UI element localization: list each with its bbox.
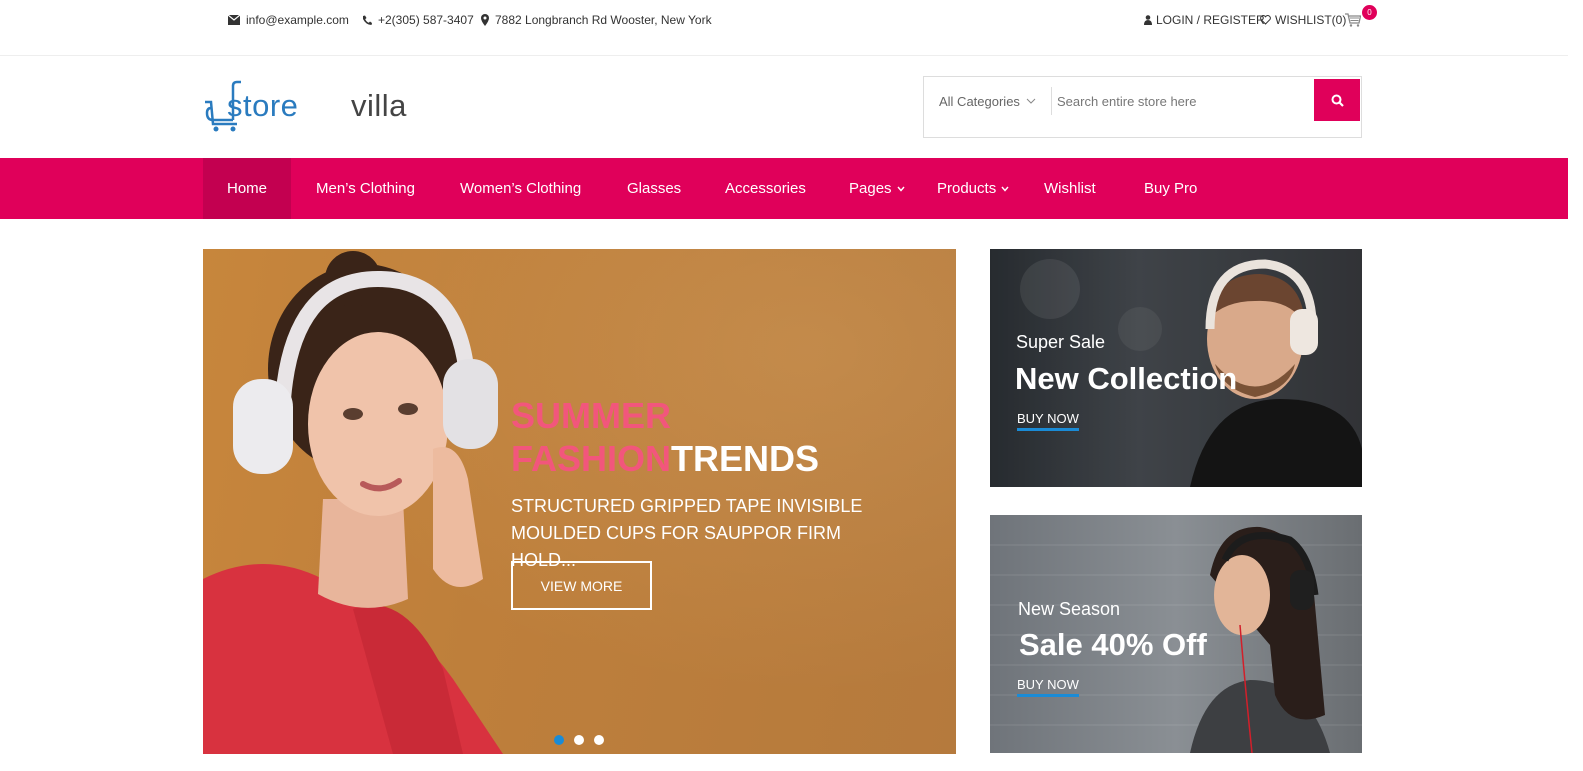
logo-text-villa: villa <box>351 88 407 123</box>
promo-banner-new-collection[interactable]: Super Sale New Collection BUY NOW <box>990 249 1362 487</box>
map-marker-icon <box>481 14 489 26</box>
slider-dot-2[interactable] <box>574 735 584 745</box>
nav-item-home[interactable]: Home <box>203 158 291 219</box>
contact-email[interactable]: info@example.com <box>228 12 349 28</box>
nav-item-wishlist[interactable]: Wishlist <box>1044 158 1096 219</box>
store-logo[interactable]: store villa <box>203 78 443 134</box>
contact-phone[interactable]: +2(305) 587-3407 <box>362 12 474 28</box>
nav-label: Pages <box>849 180 892 197</box>
chevron-down-icon <box>897 186 905 192</box>
hero-title-trends: TRENDS <box>671 438 820 479</box>
search-icon <box>1331 94 1344 107</box>
phone-icon <box>363 15 372 25</box>
search-input[interactable] <box>1057 85 1309 117</box>
slider-dot-3[interactable] <box>594 735 604 745</box>
hero-slider[interactable]: SUMMER FASHIONTRENDS STRUCTURED GRIPPED … <box>203 249 956 754</box>
category-select[interactable]: All Categories <box>939 88 1036 114</box>
contact-address: 7882 Longbranch Rd Wooster, New York <box>481 12 712 28</box>
login-register-link[interactable]: LOGIN / REGISTER <box>1144 12 1265 28</box>
banner-kicker: New Season <box>1018 599 1121 619</box>
nav-item-products[interactable]: Products <box>937 158 1009 219</box>
nav-item-mens-clothing[interactable]: Men’s Clothing <box>316 158 415 219</box>
promo-banner-sale-40-off[interactable]: New Season Sale 40% Off BUY NOW <box>990 515 1362 753</box>
nav-label: Buy Pro <box>1144 180 1198 197</box>
banner-kicker: Super Sale <box>1016 332 1106 352</box>
buy-now-link[interactable]: BUY NOW <box>1017 411 1079 431</box>
banner-headline: Sale 40% Off <box>1019 627 1207 662</box>
hero-model-image <box>203 251 503 754</box>
buy-now-link[interactable]: BUY NOW <box>1017 677 1079 697</box>
nav-label: Products <box>937 180 997 197</box>
nav-item-glasses[interactable]: Glasses <box>627 158 681 219</box>
hero-title-fashion: FASHION <box>511 438 672 479</box>
banner-headline: New Collection <box>1015 361 1238 396</box>
address-text: 7882 Longbranch Rd Wooster, New York <box>495 13 712 27</box>
nav-item-pages[interactable]: Pages <box>849 158 905 219</box>
nav-label: Home <box>226 180 267 197</box>
heart-icon <box>1260 15 1271 25</box>
hero-title-summer: SUMMER <box>511 395 671 436</box>
email-text: info@example.com <box>246 13 349 27</box>
chevron-down-icon <box>1026 98 1036 104</box>
nav-item-accessories[interactable]: Accessories <box>725 158 806 219</box>
hero-title: SUMMER FASHIONTRENDS <box>511 394 819 480</box>
main-navigation: Home Men’s Clothing Women’s Clothing Gla… <box>0 158 1568 219</box>
user-icon <box>1144 15 1152 25</box>
nav-label: Men’s Clothing <box>316 180 415 197</box>
wishlist-label: WISHLIST(0) <box>1275 13 1347 27</box>
chevron-down-icon <box>1001 186 1009 192</box>
nav-item-womens-clothing[interactable]: Women’s Clothing <box>460 158 581 219</box>
cart-count-badge: 0 <box>1362 5 1377 20</box>
top-bar: info@example.com +2(305) 587-3407 7882 L… <box>0 0 1568 56</box>
wishlist-link[interactable]: WISHLIST(0) <box>1260 12 1346 28</box>
envelope-icon <box>228 15 240 25</box>
nav-label: Glasses <box>627 180 682 197</box>
search-bar: All Categories <box>923 76 1362 138</box>
cart-icon <box>1345 13 1361 27</box>
login-label: LOGIN / REGISTER <box>1156 13 1265 27</box>
nav-item-buy-pro[interactable]: Buy Pro <box>1144 158 1197 219</box>
view-more-button[interactable]: VIEW MORE <box>511 561 652 610</box>
nav-label: Wishlist <box>1044 180 1096 197</box>
slider-dot-1[interactable] <box>554 735 564 745</box>
nav-label: Women’s Clothing <box>460 180 582 197</box>
search-button[interactable] <box>1314 79 1360 121</box>
category-label: All Categories <box>939 93 1020 109</box>
phone-text: +2(305) 587-3407 <box>378 13 474 27</box>
nav-label: Accessories <box>725 180 806 197</box>
search-divider <box>1051 87 1052 115</box>
logo-text-store: store <box>227 88 299 123</box>
